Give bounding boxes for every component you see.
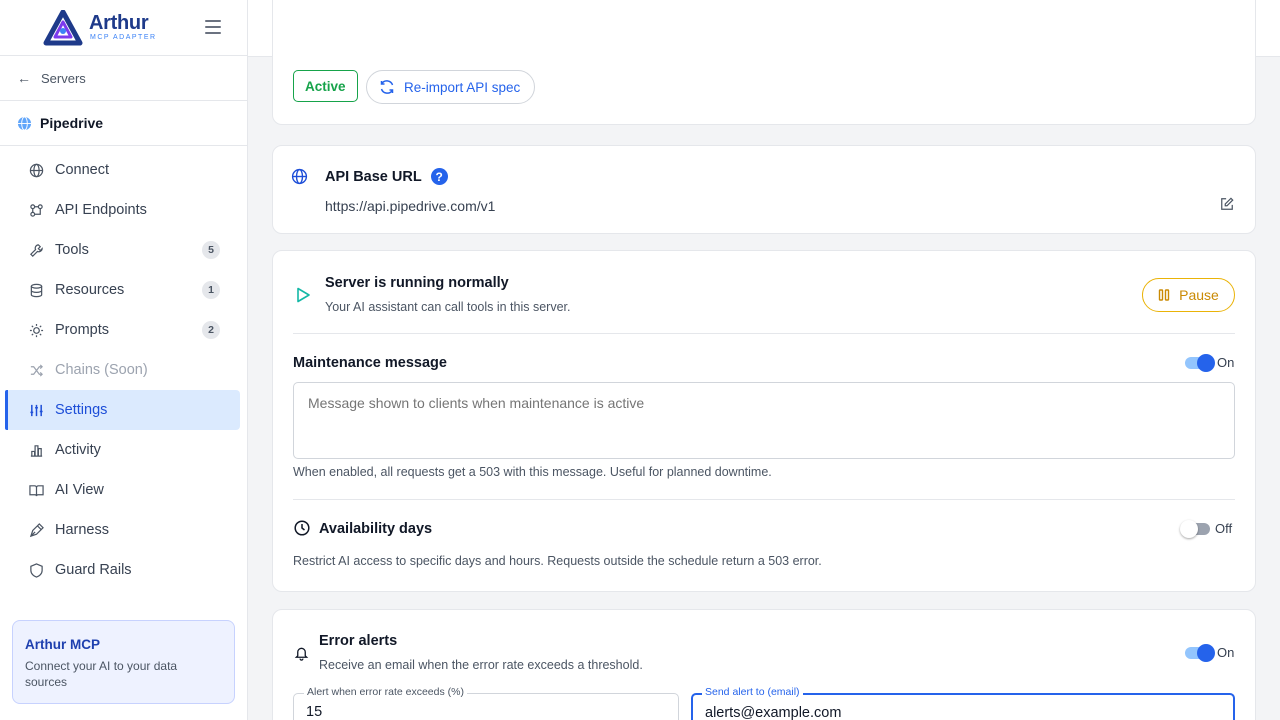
sidebar-item-activity[interactable]: Activity [6, 430, 240, 470]
play-icon [297, 287, 310, 303]
sidebar-item-label: Activity [55, 442, 101, 458]
error-alerts-toggle[interactable] [1185, 644, 1215, 662]
sidebar-item-label: Connect [55, 162, 110, 178]
hamburger-menu-icon[interactable] [205, 20, 221, 34]
shuffle-icon [28, 362, 44, 378]
back-label: Servers [41, 70, 86, 86]
error-alerts-toggle-label: On [1217, 645, 1235, 660]
back-to-servers-link[interactable]: ← Servers [0, 56, 247, 101]
resources-count-badge: 1 [202, 281, 220, 299]
api-base-url-title: API Base URL [325, 168, 422, 185]
globe-icon [28, 162, 44, 178]
clock-icon [294, 520, 310, 536]
sidebar-item-settings[interactable]: Settings [5, 390, 240, 430]
availability-toggle-label: Off [1215, 521, 1233, 536]
brand-name: Arthur [89, 12, 149, 34]
pause-label: Pause [1179, 287, 1219, 303]
sidebar: Arthur MCP ADAPTER ← Servers Pipedrive C… [0, 0, 248, 720]
api-base-url-card: API Base URL ? https://api.pipedrive.com… [272, 145, 1256, 234]
sidebar-item-label: Chains (Soon) [55, 362, 148, 378]
server-running-subtitle: Your AI assistant can call tools in this… [325, 300, 571, 314]
sidebar-item-guard-rails[interactable]: Guard Rails [6, 550, 240, 590]
promo-title: Arthur MCP [25, 637, 100, 652]
availability-help: Restrict AI access to specific days and … [293, 554, 822, 568]
shield-icon [28, 562, 44, 578]
status-card: Active Re-import API spec [272, 0, 1256, 125]
reimport-label: Re-import API spec [404, 79, 521, 95]
error-alerts-subtitle: Receive an email when the error rate exc… [319, 658, 643, 672]
availability-title: Availability days [319, 521, 433, 537]
wrench-icon [28, 242, 44, 258]
sidebar-item-label: Settings [55, 402, 108, 418]
maintenance-message-input[interactable] [293, 382, 1235, 459]
pause-button[interactable]: Pause [1142, 278, 1235, 312]
sidebar-item-tools[interactable]: Tools 5 [6, 230, 240, 270]
sidebar-item-connect[interactable]: Connect [6, 150, 240, 190]
alert-email-label: Send alert to (email) [702, 686, 803, 698]
promo-description: Connect your AI to your data sources [25, 659, 178, 689]
sidebar-item-chains: Chains (Soon) [6, 350, 240, 390]
sidebar-item-ai-view[interactable]: AI View [6, 470, 240, 510]
sidebar-item-label: AI View [55, 482, 104, 498]
pen-tool-icon [28, 522, 44, 538]
divider [293, 333, 1235, 334]
pause-icon [1158, 289, 1170, 301]
brand-tagline: MCP ADAPTER [90, 34, 157, 41]
error-alerts-card: Error alerts Receive an email when the e… [272, 609, 1256, 720]
book-icon [28, 482, 44, 498]
server-name-row: Pipedrive [0, 101, 247, 146]
maintenance-help: When enabled, all requests get a 503 wit… [293, 465, 772, 479]
bell-icon [294, 647, 309, 661]
error-alerts-title: Error alerts [319, 633, 398, 649]
sidebar-item-label: API Endpoints [55, 202, 147, 218]
globe-icon [291, 168, 308, 185]
brand[interactable]: Arthur MCP ADAPTER [0, 0, 247, 56]
sliders-icon [28, 402, 44, 418]
threshold-input[interactable] [306, 704, 652, 720]
bar-chart-icon [28, 442, 44, 458]
server-running-title: Server is running normally [325, 275, 509, 291]
sidebar-item-resources[interactable]: Resources 1 [6, 270, 240, 310]
status-badge: Active [293, 70, 358, 102]
arrow-left-icon: ← [17, 70, 31, 86]
tools-count-badge: 5 [202, 241, 220, 259]
promo-card: Arthur MCP Connect your AI to your data … [12, 620, 235, 704]
sidebar-item-harness[interactable]: Harness [6, 510, 240, 550]
sidebar-item-label: Resources [55, 282, 125, 298]
lightbulb-icon [28, 322, 44, 338]
divider [293, 499, 1235, 500]
threshold-label: Alert when error rate exceeds (%) [304, 686, 467, 698]
database-icon [28, 282, 44, 298]
edit-icon[interactable] [1220, 197, 1234, 211]
sidebar-item-label: Prompts [55, 322, 109, 338]
globe-icon [17, 115, 32, 131]
maintenance-toggle-label: On [1217, 355, 1235, 370]
availability-toggle[interactable] [1180, 520, 1210, 538]
sidebar-item-prompts[interactable]: Prompts 2 [6, 310, 240, 350]
sidebar-item-label: Tools [55, 242, 89, 258]
sidebar-item-api-endpoints[interactable]: API Endpoints [6, 190, 240, 230]
sidebar-item-label: Harness [55, 522, 109, 538]
alert-email-field: Send alert to (email) [691, 686, 1235, 720]
maintenance-toggle[interactable] [1185, 354, 1215, 372]
server-status-card: Server is running normally Your AI assis… [272, 250, 1256, 592]
threshold-field: Alert when error rate exceeds (%) [293, 686, 679, 720]
maintenance-title: Maintenance message [293, 355, 447, 371]
help-icon[interactable]: ? [430, 168, 448, 185]
prompts-count-badge: 2 [202, 321, 220, 339]
api-base-url-value: https://api.pipedrive.com/v1 [325, 198, 496, 214]
reimport-api-spec-button[interactable]: Re-import API spec [366, 70, 536, 104]
api-icon [28, 202, 44, 218]
sidebar-nav: Connect API Endpoints Tools 5 Resources … [0, 146, 247, 590]
alert-email-input[interactable] [705, 705, 1191, 720]
arthur-logo-icon [43, 9, 83, 45]
sidebar-item-label: Guard Rails [55, 562, 132, 578]
refresh-icon [380, 80, 394, 94]
server-name: Pipedrive [40, 115, 104, 131]
